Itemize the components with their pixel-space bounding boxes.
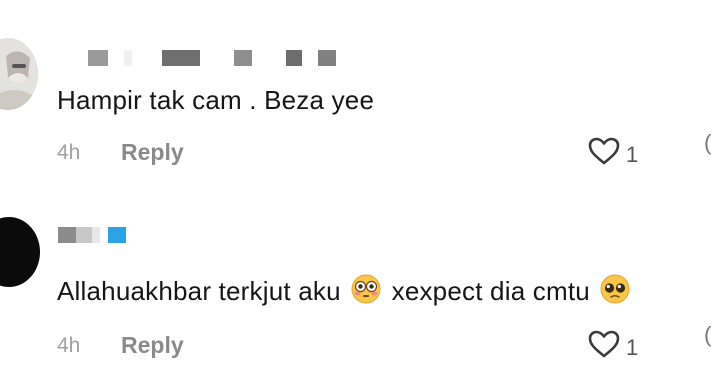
comment-text-part-1: Allahuakhbar terkjut aku	[57, 276, 341, 306]
username-redacted[interactable]	[58, 227, 138, 247]
pleading-face-emoji	[600, 274, 630, 304]
cropped-icon: (	[704, 130, 712, 155]
cropped-icon: (	[704, 322, 712, 347]
comment-time: 4h	[57, 334, 81, 357]
heart-outline-icon[interactable]	[587, 136, 621, 166]
username-redacted[interactable]	[88, 50, 348, 70]
heart-outline-icon[interactable]	[587, 329, 621, 359]
like-count: 1	[626, 335, 639, 360]
reply-button[interactable]: Reply	[121, 332, 184, 359]
comment-text: Allahuakhbar terkjut aku xexpect dia cmt…	[57, 274, 633, 307]
comment-time: 4h	[57, 141, 81, 164]
user-avatar[interactable]	[0, 217, 40, 287]
flushed-face-emoji	[351, 274, 381, 304]
comment-text: Hampir tak cam . Beza yee	[57, 85, 375, 115]
user-avatar[interactable]	[0, 38, 38, 110]
reply-button[interactable]: Reply	[121, 139, 184, 166]
like-count: 1	[626, 142, 639, 167]
comment-text-part-2: xexpect dia cmtu	[391, 276, 590, 306]
avatar-photo-icon	[0, 38, 38, 110]
